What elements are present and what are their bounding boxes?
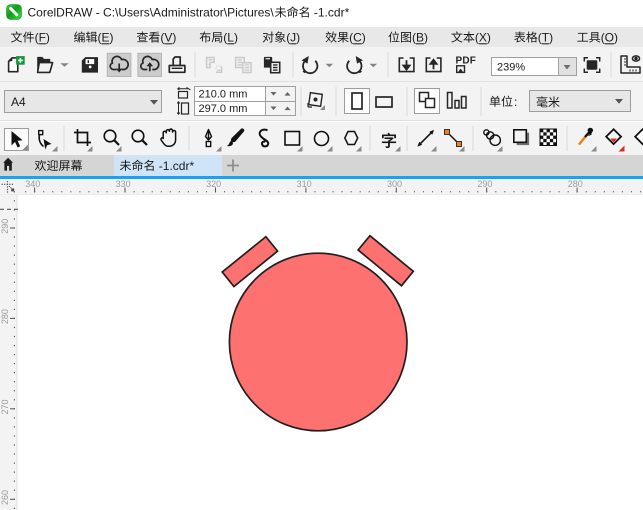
svg-text:260: 260 [0,490,10,505]
svg-text:290: 290 [477,179,492,189]
svg-text:340: 340 [25,179,40,189]
svg-text::: : [514,95,517,109]
svg-text:310: 310 [297,179,312,189]
svg-text:270: 270 [0,399,10,414]
svg-text:280: 280 [0,309,10,324]
svg-text:320: 320 [206,179,221,189]
svg-text:290: 290 [0,219,10,234]
svg-text:330: 330 [116,179,131,189]
svg-text:280: 280 [568,179,583,189]
svg-text:300: 300 [387,179,402,189]
svg-text:-1.cdr*: -1.cdr* [159,159,195,173]
